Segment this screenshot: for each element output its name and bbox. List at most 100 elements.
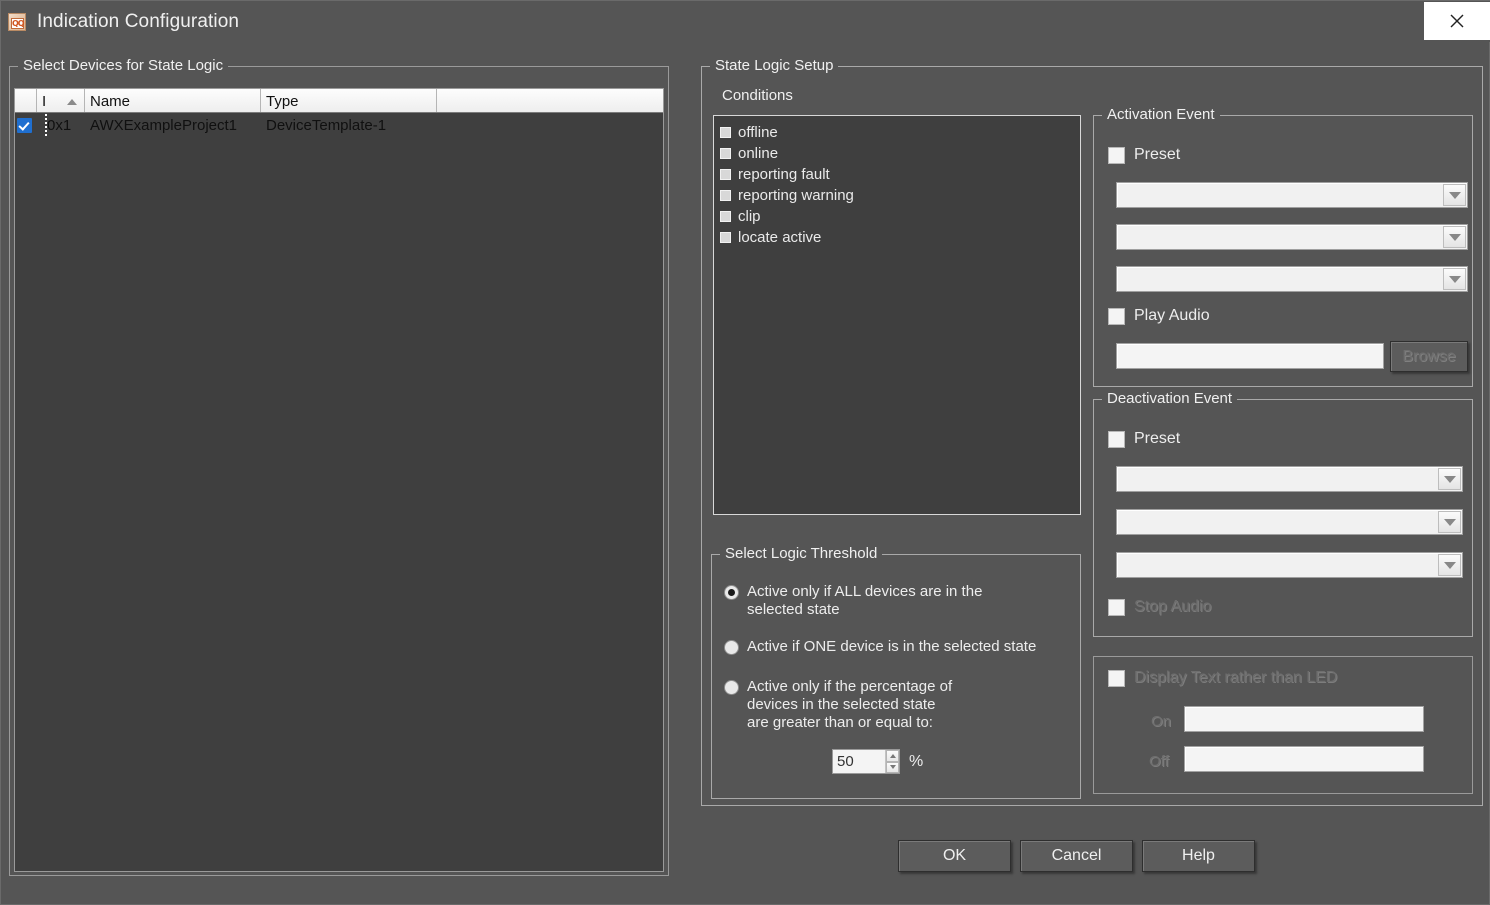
play-audio-label: Play Audio	[1134, 307, 1210, 324]
checkbox-icon[interactable]	[1108, 598, 1125, 616]
stepper-buttons	[885, 750, 899, 773]
column-header-name[interactable]: Name	[85, 89, 261, 112]
display-text-label: Display Text rather than LED	[1134, 669, 1338, 686]
activation-combo-3[interactable]	[1116, 266, 1468, 292]
table-row[interactable]: 0x1 AWXExampleProject1 DeviceTemplate-1	[15, 113, 663, 137]
condition-label: locate active	[738, 229, 822, 246]
off-text-input[interactable]	[1185, 747, 1423, 771]
radio-unselected-icon[interactable]	[724, 640, 739, 655]
close-button[interactable]	[1424, 2, 1490, 40]
off-label: Off	[1149, 753, 1169, 770]
condition-item-clip[interactable]: clip	[720, 206, 1080, 227]
condition-item-reporting-fault[interactable]: reporting fault	[720, 164, 1080, 185]
row-checkbox-cell[interactable]	[15, 117, 37, 133]
stop-audio-checkbox-row[interactable]: Stop Audio	[1108, 598, 1211, 616]
column-header-check[interactable]	[15, 89, 37, 112]
deactivation-combo-1[interactable]	[1116, 466, 1463, 492]
on-label: On	[1151, 713, 1172, 730]
stepper-up-button[interactable]	[886, 750, 899, 762]
checkbox-icon[interactable]	[720, 127, 731, 138]
ok-button-label: OK	[942, 847, 967, 864]
off-text-field[interactable]	[1184, 746, 1424, 772]
condition-label: online	[738, 145, 779, 162]
checkbox-icon[interactable]	[720, 190, 731, 201]
select-devices-title: Select Devices for State Logic	[18, 57, 229, 74]
chevron-down-icon[interactable]	[1443, 226, 1466, 248]
condition-item-locate-active[interactable]: locate active	[720, 227, 1080, 248]
select-devices-group: Select Devices for State Logic I Name Ty…	[9, 57, 669, 876]
column-header-type[interactable]: Type	[261, 89, 437, 112]
state-logic-setup-title: State Logic Setup	[710, 57, 839, 74]
help-button[interactable]: Help	[1142, 840, 1255, 872]
cancel-button-label: Cancel	[1051, 847, 1102, 864]
row-id: 0x1	[37, 114, 85, 136]
audio-path-field[interactable]	[1116, 343, 1384, 369]
chevron-down-icon[interactable]	[1443, 184, 1466, 206]
stepper-down-button[interactable]	[886, 761, 899, 773]
ok-button[interactable]: OK	[898, 840, 1011, 872]
close-icon	[1450, 14, 1464, 28]
window-title: Indication Configuration	[37, 10, 240, 32]
audio-path-input[interactable]	[1117, 344, 1383, 368]
checkbox-icon[interactable]	[1108, 307, 1125, 325]
checkbox-icon[interactable]	[720, 169, 731, 180]
device-table[interactable]: I Name Type 0x1 AWXExampleProject1 Devic…	[14, 88, 664, 872]
radio-selected-icon[interactable]	[724, 585, 739, 600]
row-id-label: 0x1	[47, 116, 72, 134]
conditions-list[interactable]: offline online reporting fault reporting…	[713, 115, 1081, 515]
percentage-stepper[interactable]	[832, 749, 900, 774]
deactivation-event-group: Deactivation Event Preset Stop Audio	[1093, 390, 1473, 637]
column-header-id-label: I	[42, 93, 47, 110]
activation-combo-2[interactable]	[1116, 224, 1468, 250]
deactivation-event-title: Deactivation Event	[1102, 390, 1238, 407]
percentage-input[interactable]	[833, 750, 885, 773]
radio-one-device[interactable]: Active if ONE device is in the selected …	[724, 638, 1064, 656]
deactivation-preset-checkbox-row[interactable]: Preset	[1108, 430, 1180, 448]
percent-unit-label: %	[909, 752, 924, 770]
chevron-down-icon[interactable]	[1438, 554, 1461, 576]
on-text-input[interactable]	[1185, 707, 1423, 731]
radio-percentage[interactable]: Active only if the percentage of devices…	[724, 678, 1054, 732]
select-logic-threshold-title: Select Logic Threshold	[720, 545, 883, 562]
device-table-header: I Name Type	[15, 89, 663, 113]
cancel-button[interactable]: Cancel	[1020, 840, 1133, 872]
activation-combo-1[interactable]	[1116, 182, 1468, 208]
radio-all-devices-label: Active only if ALL devices are in the se…	[747, 583, 983, 618]
caret-up-icon	[889, 753, 896, 758]
radio-unselected-icon[interactable]	[724, 680, 739, 695]
deactivation-combo-2[interactable]	[1116, 509, 1463, 535]
play-audio-checkbox-row[interactable]: Play Audio	[1108, 307, 1210, 325]
condition-label: reporting fault	[738, 166, 830, 183]
chevron-down-icon[interactable]	[1438, 468, 1461, 490]
chevron-down-icon[interactable]	[1443, 268, 1466, 290]
row-name: AWXExampleProject1	[90, 116, 237, 134]
column-header-id[interactable]: I	[37, 89, 85, 112]
checkbox-icon[interactable]	[720, 211, 731, 222]
checkbox-icon[interactable]	[1108, 430, 1125, 448]
display-text-checkbox-row[interactable]: Display Text rather than LED	[1108, 669, 1337, 687]
browse-button[interactable]: Browse	[1390, 341, 1468, 372]
condition-item-reporting-warning[interactable]: reporting warning	[720, 185, 1080, 206]
row-checkbox-checked-icon[interactable]	[17, 117, 32, 133]
radio-percentage-label: Active only if the percentage of devices…	[747, 678, 953, 731]
checkbox-icon[interactable]	[720, 148, 731, 159]
display-text-group: Display Text rather than LED On Off	[1093, 656, 1473, 794]
chevron-down-icon[interactable]	[1438, 511, 1461, 533]
condition-label: reporting warning	[738, 187, 854, 204]
column-header-blank[interactable]	[437, 89, 663, 112]
on-text-field[interactable]	[1184, 706, 1424, 732]
deactivation-combo-3[interactable]	[1116, 552, 1463, 578]
stop-audio-label: Stop Audio	[1134, 598, 1212, 615]
percentage-stepper-wrap: %	[832, 749, 923, 774]
activation-preset-checkbox-row[interactable]: Preset	[1108, 146, 1180, 164]
checkbox-icon[interactable]	[720, 232, 731, 243]
radio-one-device-label: Active if ONE device is in the selected …	[747, 638, 1037, 655]
checkbox-icon[interactable]	[1108, 669, 1125, 687]
checkbox-icon[interactable]	[1108, 146, 1125, 164]
condition-item-offline[interactable]: offline	[720, 122, 1080, 143]
radio-all-devices[interactable]: Active only if ALL devices are in the se…	[724, 583, 1054, 619]
help-button-label: Help	[1182, 847, 1215, 864]
browse-button-label: Browse	[1402, 347, 1456, 365]
condition-item-online[interactable]: online	[720, 143, 1080, 164]
caret-down-icon	[889, 765, 896, 770]
